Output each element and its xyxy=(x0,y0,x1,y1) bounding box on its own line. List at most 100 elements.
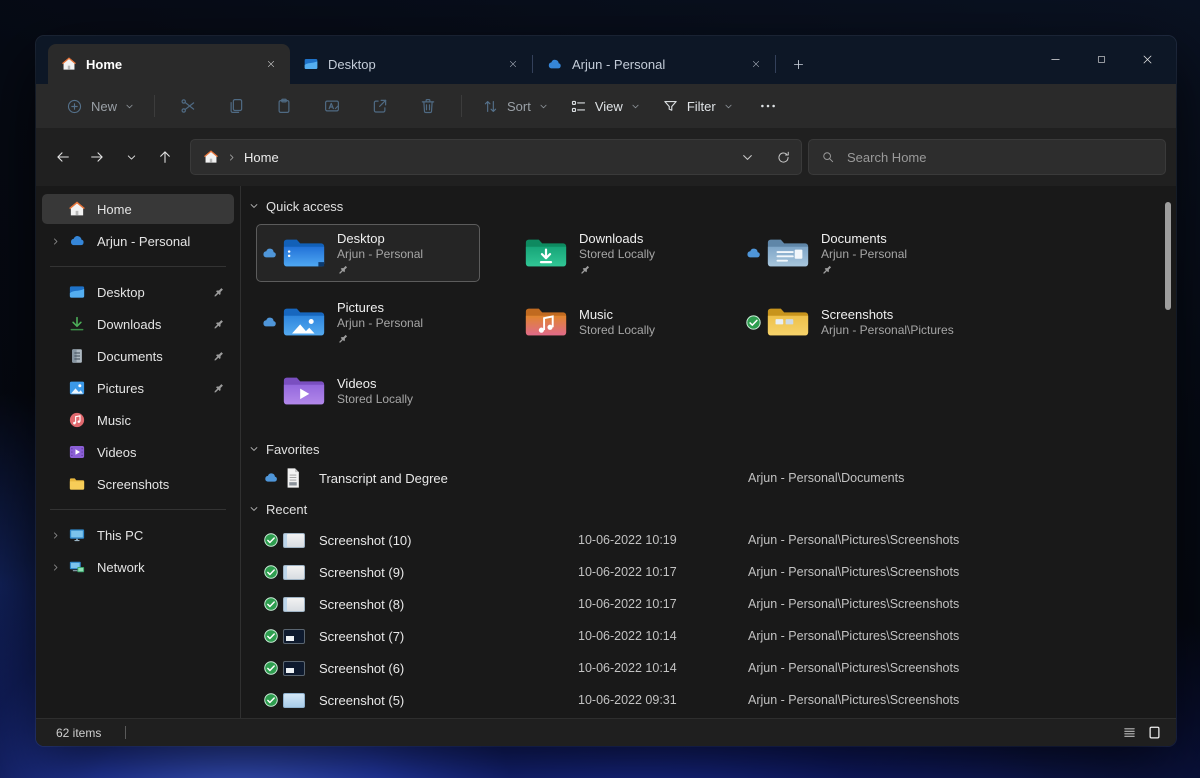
screenshot-thumbnail-icon xyxy=(283,533,317,548)
address-bar[interactable]: Home xyxy=(190,139,802,175)
tab-close-icon[interactable] xyxy=(508,59,518,69)
tile-screenshots[interactable]: Screenshots Arjun - Personal\Pictures xyxy=(740,293,964,351)
forward-icon xyxy=(89,149,105,165)
tile-music[interactable]: Music Stored Locally xyxy=(498,293,722,351)
file-path: Arjun - Personal\Pictures\Screenshots xyxy=(748,597,1176,611)
tile-documents[interactable]: Documents Arjun - Personal xyxy=(740,224,964,282)
file-date: 10-06-2022 10:14 xyxy=(578,661,748,675)
delete-button[interactable] xyxy=(405,89,451,123)
check-status-icon xyxy=(263,596,279,612)
new-tab-button[interactable] xyxy=(792,58,805,71)
tile-desktop[interactable]: Desktop Arjun - Personal xyxy=(256,224,480,282)
minimize-button[interactable] xyxy=(1032,36,1078,82)
copy-button[interactable] xyxy=(213,89,259,123)
expand-chevron[interactable] xyxy=(42,531,68,540)
home-icon xyxy=(203,149,219,165)
favorite-row[interactable]: Transcript and Degree Arjun - Personal\D… xyxy=(249,462,1176,494)
recent-row[interactable]: Screenshot (7) 10-06-2022 10:14 Arjun - … xyxy=(249,620,1176,652)
file-name: Screenshot (9) xyxy=(317,565,578,580)
close-button[interactable] xyxy=(1124,36,1170,82)
sidebar-item-screenshots[interactable]: Screenshots xyxy=(42,469,234,499)
tile-title: Videos xyxy=(337,376,413,391)
toolbar-separator xyxy=(154,95,155,117)
expand-chevron[interactable] xyxy=(42,237,68,246)
sidebar-item-documents[interactable]: Documents xyxy=(42,341,234,371)
tile-subtitle: Stored Locally xyxy=(579,247,655,261)
recent-row[interactable]: Screenshot (5) 10-06-2022 09:31 Arjun - … xyxy=(249,684,1176,716)
file-path: Arjun - Personal\Pictures\Screenshots xyxy=(748,565,1176,579)
home-icon xyxy=(68,200,86,218)
tile-downloads[interactable]: Downloads Stored Locally xyxy=(498,224,722,282)
network-icon xyxy=(68,558,86,576)
sidebar-item-onedrive[interactable]: Arjun - Personal xyxy=(42,226,234,256)
sidebar-divider xyxy=(50,509,226,510)
search-box[interactable] xyxy=(808,139,1166,175)
sidebar-item-music[interactable]: Music xyxy=(42,405,234,435)
music-folder-icon xyxy=(523,303,569,341)
large-icons-view-button[interactable] xyxy=(1147,725,1162,740)
sidebar-item-label: Screenshots xyxy=(97,477,234,492)
recent-row[interactable]: Screenshot (6) 10-06-2022 10:14 Arjun - … xyxy=(249,652,1176,684)
back-button[interactable] xyxy=(46,140,80,174)
sidebar-item-videos[interactable]: Videos xyxy=(42,437,234,467)
expand-chevron[interactable] xyxy=(42,563,68,572)
maximize-button[interactable] xyxy=(1078,36,1124,82)
recent-row[interactable]: Screenshot (8) 10-06-2022 10:17 Arjun - … xyxy=(249,588,1176,620)
section-recent[interactable]: Recent xyxy=(249,500,1176,518)
see-more-button[interactable] xyxy=(745,89,791,123)
tab-home[interactable]: Home xyxy=(48,44,290,84)
sidebar-item-desktop[interactable]: Desktop xyxy=(42,277,234,307)
tile-videos[interactable]: Videos Stored Locally xyxy=(256,362,480,420)
share-button[interactable] xyxy=(357,89,403,123)
sidebar-item-home[interactable]: Home xyxy=(42,194,234,224)
pin-icon xyxy=(337,333,349,345)
rename-button[interactable] xyxy=(309,89,355,123)
forward-button[interactable] xyxy=(80,140,114,174)
tile-pictures[interactable]: Pictures Arjun - Personal xyxy=(256,293,480,351)
tab-close-icon[interactable] xyxy=(266,59,276,69)
sidebar-item-network[interactable]: Network xyxy=(42,552,234,582)
onedrive-icon xyxy=(546,56,563,73)
back-icon xyxy=(55,149,71,165)
check-status-icon xyxy=(263,660,279,676)
filter-button[interactable]: Filter xyxy=(652,91,743,122)
chevron-down-icon xyxy=(724,102,733,111)
paste-button[interactable] xyxy=(261,89,307,123)
section-favorites[interactable]: Favorites xyxy=(249,440,1176,458)
sidebar-item-this-pc[interactable]: This PC xyxy=(42,520,234,550)
address-dropdown-icon[interactable] xyxy=(741,151,754,164)
documents-icon xyxy=(68,347,86,365)
cut-button[interactable] xyxy=(165,89,211,123)
recent-row[interactable]: Screenshot (10) 10-06-2022 10:19 Arjun -… xyxy=(249,524,1176,556)
tab-close-icon[interactable] xyxy=(751,59,761,69)
check-status-icon xyxy=(263,532,279,548)
sidebar-item-downloads[interactable]: Downloads xyxy=(42,309,234,339)
section-quick-access[interactable]: Quick access xyxy=(249,197,1176,215)
copy-icon xyxy=(227,97,245,115)
recent-row[interactable]: Screenshot (9) 10-06-2022 10:17 Arjun - … xyxy=(249,556,1176,588)
pictures-icon xyxy=(68,379,86,397)
up-button[interactable] xyxy=(148,140,182,174)
details-view-button[interactable] xyxy=(1122,725,1137,740)
refresh-icon[interactable] xyxy=(776,150,791,165)
sidebar-item-pictures[interactable]: Pictures xyxy=(42,373,234,403)
folder-icon xyxy=(68,475,86,493)
pin-icon xyxy=(212,382,225,395)
file-name: Screenshot (10) xyxy=(317,533,578,548)
tab-desktop[interactable]: Desktop xyxy=(290,44,532,84)
new-button[interactable]: New xyxy=(56,91,144,122)
sidebar-item-label: Desktop xyxy=(97,285,212,300)
tile-text: Pictures Arjun - Personal xyxy=(337,300,423,345)
status-separator xyxy=(125,726,126,739)
breadcrumb[interactable]: Home xyxy=(244,150,741,165)
sort-button[interactable]: Sort xyxy=(472,91,558,122)
tile-text: Music Stored Locally xyxy=(579,307,655,337)
scrollbar[interactable] xyxy=(1165,202,1171,310)
search-input[interactable] xyxy=(847,150,1153,165)
tab-label: Desktop xyxy=(328,57,499,72)
view-button[interactable]: View xyxy=(560,91,650,122)
section-label: Recent xyxy=(266,502,307,517)
tab-arjun-personal[interactable]: Arjun - Personal xyxy=(533,44,775,84)
pin-icon xyxy=(212,286,225,299)
recent-locations-button[interactable] xyxy=(114,140,148,174)
